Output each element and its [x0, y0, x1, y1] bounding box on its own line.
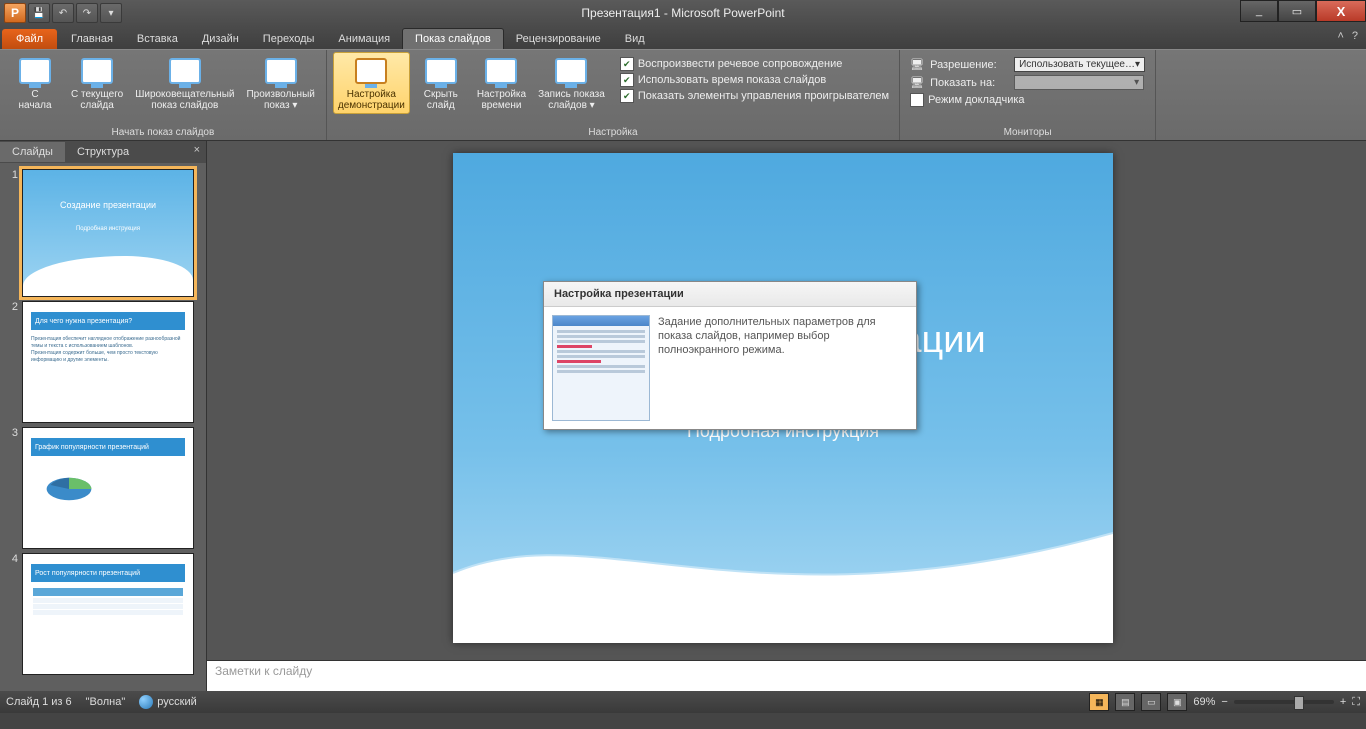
ribbon-help-area: ˄ ?	[1337, 30, 1358, 42]
thumb-1[interactable]: 1 Создание презентации Подробная инструк…	[0, 167, 206, 299]
group-setup: Настройка демонстрации Скрыть слайд Наст…	[327, 50, 900, 140]
chk-presenter-view[interactable]: Режим докладчика	[910, 92, 1145, 108]
tab-slideshow[interactable]: Показ слайдов	[402, 28, 504, 49]
thumb-3[interactable]: 3 График популярности презентаций	[0, 425, 206, 551]
group-label-setup: Настройка	[333, 125, 893, 140]
status-language[interactable]: русский	[157, 696, 196, 708]
zoom-slider[interactable]	[1234, 700, 1334, 704]
chevron-down-icon: ▾	[1135, 59, 1140, 70]
status-bar: Слайд 1 из 6 "Волна" русский ▦ ▤ ▭ ▣ 69%…	[0, 691, 1366, 713]
status-slide-info: Слайд 1 из 6	[6, 696, 72, 708]
file-tab[interactable]: Файл	[2, 29, 57, 49]
fit-to-window-button[interactable]: ⛶	[1352, 696, 1360, 709]
quick-access-toolbar: P 💾 ↶ ↷ ▾	[0, 3, 122, 23]
maximize-button[interactable]: ▭	[1278, 0, 1316, 22]
group-label-monitors: Мониторы	[906, 125, 1149, 140]
custom-show-button[interactable]: Произвольный показ ▾	[241, 52, 319, 114]
zoom-level[interactable]: 69%	[1193, 696, 1215, 708]
group-monitors: 🖥 Разрешение: Использовать текущее…▾ 🖥 П…	[900, 50, 1156, 140]
from-current-button[interactable]: С текущего слайда	[66, 52, 128, 114]
resolution-combo[interactable]: Использовать текущее…▾	[1014, 57, 1145, 72]
chk-show-controls[interactable]: ✔Показать элементы управления проигрыват…	[620, 88, 889, 104]
ribbon-tabs: Файл Главная Вставка Дизайн Переходы Ани…	[0, 26, 1366, 49]
editor-area: Создание презентации Подробная инструкци…	[207, 141, 1366, 691]
panel-close-icon[interactable]: ×	[194, 144, 200, 156]
window-title: Презентация1 - Microsoft PowerPoint	[0, 6, 1366, 20]
qat-customize[interactable]: ▾	[100, 3, 122, 23]
show-on-combo[interactable]: ▾	[1014, 75, 1144, 90]
app-icon: P	[4, 3, 26, 23]
setup-slideshow-button[interactable]: Настройка демонстрации	[333, 52, 410, 114]
undo-button[interactable]: ↶	[52, 3, 74, 23]
slide-panel: Слайды Структура × 1 Создание презентаци…	[0, 141, 207, 691]
from-beginning-button[interactable]: С начала	[6, 52, 64, 114]
tab-design[interactable]: Дизайн	[190, 29, 251, 49]
tooltip-body: Задание дополнительных параметров для по…	[658, 315, 908, 421]
chk-use-timings[interactable]: ✔Использовать время показа слайдов	[620, 72, 889, 88]
view-normal-button[interactable]: ▦	[1089, 693, 1109, 711]
resolution-label: Разрешение:	[930, 59, 1010, 71]
tooltip-setup-slideshow: Настройка презентации Задание дополнител…	[543, 281, 917, 430]
ribbon: С начала С текущего слайда Широковещател…	[0, 49, 1366, 141]
zoom-out-button[interactable]: −	[1221, 696, 1227, 708]
chk-narration[interactable]: ✔Воспроизвести речевое сопровождение	[620, 56, 889, 72]
thumb-4[interactable]: 4 Рост популярности презентаций	[0, 551, 206, 677]
broadcast-button[interactable]: Широковещательный показ слайдов	[130, 52, 239, 114]
group-label-start: Начать показ слайдов	[6, 125, 320, 140]
canvas[interactable]: Создание презентации Подробная инструкци…	[207, 141, 1366, 660]
chevron-down-icon: ▾	[1134, 77, 1139, 88]
record-slideshow-button[interactable]: Запись показа слайдов ▾	[533, 52, 610, 114]
close-button[interactable]: X	[1316, 0, 1366, 22]
status-theme: "Волна"	[86, 696, 126, 708]
tab-home[interactable]: Главная	[59, 29, 125, 49]
view-sorter-button[interactable]: ▤	[1115, 693, 1135, 711]
tooltip-title: Настройка презентации	[544, 282, 916, 307]
notes-pane[interactable]: Заметки к слайду	[207, 660, 1366, 691]
panel-tabs: Слайды Структура ×	[0, 141, 206, 163]
thumbnails[interactable]: 1 Создание презентации Подробная инструк…	[0, 163, 206, 691]
group-start-slideshow: С начала С текущего слайда Широковещател…	[0, 50, 327, 140]
monitor-icon: 🖥	[910, 76, 926, 89]
window-controls: _ ▭ X	[1240, 0, 1366, 22]
tab-slides[interactable]: Слайды	[0, 142, 65, 162]
thumb-2[interactable]: 2 Для чего нужна презентация? Презентаци…	[0, 299, 206, 425]
workspace: Слайды Структура × 1 Создание презентаци…	[0, 141, 1366, 691]
show-on-label: Показать на:	[930, 77, 1010, 89]
tab-view[interactable]: Вид	[613, 29, 657, 49]
minimize-button[interactable]: _	[1240, 0, 1278, 22]
help-icon[interactable]: ?	[1352, 30, 1358, 42]
tab-outline[interactable]: Структура	[65, 142, 141, 162]
title-bar: P 💾 ↶ ↷ ▾ Презентация1 - Microsoft Power…	[0, 0, 1366, 26]
tab-animations[interactable]: Анимация	[326, 29, 402, 49]
tooltip-preview-icon	[552, 315, 650, 421]
language-icon	[139, 695, 153, 709]
tab-transitions[interactable]: Переходы	[251, 29, 327, 49]
monitor-icon: 🖥	[910, 58, 926, 71]
tab-review[interactable]: Рецензирование	[504, 29, 613, 49]
ribbon-minimize-icon[interactable]: ˄	[1337, 30, 1343, 42]
rehearse-timings-button[interactable]: Настройка времени	[472, 52, 531, 114]
zoom-in-button[interactable]: +	[1340, 696, 1346, 708]
hide-slide-button[interactable]: Скрыть слайд	[412, 52, 470, 114]
tab-insert[interactable]: Вставка	[125, 29, 190, 49]
save-button[interactable]: 💾	[28, 3, 50, 23]
view-reading-button[interactable]: ▭	[1141, 693, 1161, 711]
redo-button[interactable]: ↷	[76, 3, 98, 23]
view-slideshow-button[interactable]: ▣	[1167, 693, 1187, 711]
